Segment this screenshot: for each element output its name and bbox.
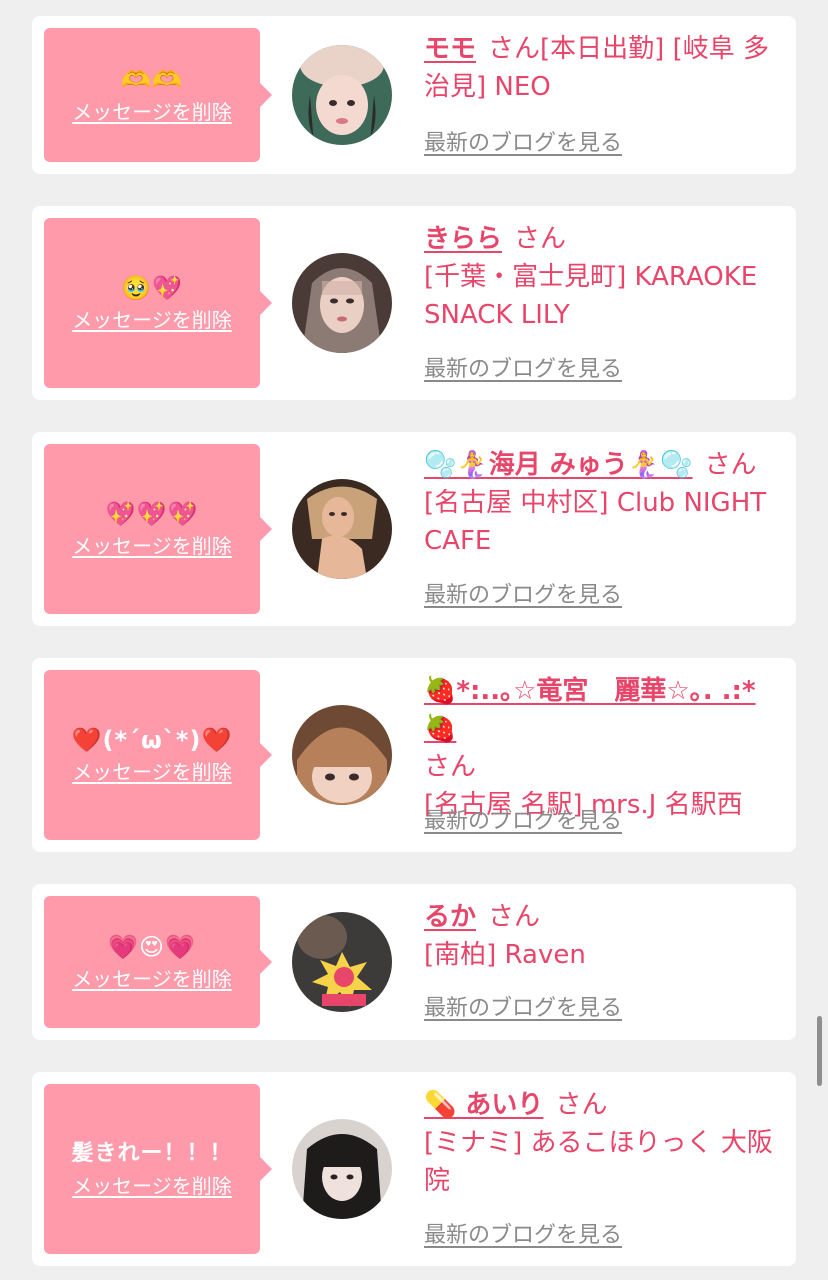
message-card: 💗😍💗 メッセージを削除 るか さん [南柏] Raven 最新のブログを見る — [32, 884, 796, 1040]
latest-blog-link[interactable]: 最新のブログを見る — [424, 582, 622, 610]
avatar-photo — [292, 912, 392, 1012]
message-card: 髪きれー！！！ メッセージを削除 💊 あいり さん [ミナミ] あるこほりっく 大… — [32, 1072, 796, 1266]
latest-blog-link[interactable]: 最新のブログを見る — [424, 995, 622, 1023]
sender-name-link[interactable]: 🍓*:..｡☆竜宮 麗華☆｡. .:*🍓 — [424, 676, 756, 744]
sender-name-row: 🫧🧜‍♀️海月 みゅう🧜‍♀️🫧 さん — [424, 446, 784, 484]
avatar-photo — [292, 479, 392, 579]
message-bubble: 💗😍💗 メッセージを削除 — [44, 896, 272, 1028]
message-bubble: 💖💖💖 メッセージを削除 — [44, 444, 272, 614]
honorific: さん — [704, 450, 757, 480]
honorific: さん — [488, 902, 541, 932]
latest-blog-link[interactable]: 最新のブログを見る — [424, 356, 622, 384]
avatar[interactable] — [292, 705, 392, 805]
message-card: 💖💖💖 メッセージを削除 🫧🧜‍♀️海月 みゅう🧜‍♀️🫧 さん [名古屋 中村区… — [32, 432, 796, 626]
avatar[interactable] — [292, 1119, 392, 1219]
message-text: 💗😍💗 — [108, 933, 196, 961]
message-card: 🥹💖 メッセージを削除 きらら さん [千葉・富士見町] KARAOKE SNAC… — [32, 206, 796, 400]
message-bubble: 🥹💖 メッセージを削除 — [44, 218, 272, 388]
delete-message-link[interactable]: メッセージを削除 — [72, 1173, 232, 1199]
delete-message-link[interactable]: メッセージを削除 — [72, 759, 232, 785]
message-bubble: ❤️(*´ω`*)❤️ メッセージを削除 — [44, 670, 272, 840]
delete-message-link[interactable]: メッセージを削除 — [72, 966, 232, 992]
sender-name-row: 💊 あいり さん — [424, 1086, 784, 1124]
message-text: 🫶🫶 — [121, 66, 183, 94]
avatar[interactable] — [292, 479, 392, 579]
avatar-photo — [292, 253, 392, 353]
sender-info: 🍓*:..｡☆竜宮 麗華☆｡. .:*🍓 さん [名古屋 名駅] mrs.J 名駅… — [424, 672, 784, 824]
delete-message-link[interactable]: メッセージを削除 — [72, 307, 232, 333]
message-card: ❤️(*´ω`*)❤️ メッセージを削除 🍓*:..｡☆竜宮 麗華☆｡. .:*… — [32, 658, 796, 852]
sender-name-link[interactable]: きらら — [424, 224, 502, 254]
honorific: さん — [514, 224, 567, 254]
avatar[interactable] — [292, 253, 392, 353]
shop-name: [名古屋 中村区] Club NIGHT CAFE — [424, 488, 767, 556]
message-bubble: 🫶🫶 メッセージを削除 — [44, 28, 272, 162]
latest-blog-link[interactable]: 最新のブログを見る — [424, 130, 622, 158]
avatar[interactable] — [292, 912, 392, 1012]
sender-info: 🫧🧜‍♀️海月 みゅう🧜‍♀️🫧 さん [名古屋 中村区] Club NIGHT … — [424, 446, 784, 560]
sender-info: るか さん [南柏] Raven — [424, 898, 784, 974]
avatar[interactable] — [292, 45, 392, 145]
avatar-photo — [292, 705, 392, 805]
delete-message-link[interactable]: メッセージを削除 — [72, 533, 232, 559]
message-card: 🫶🫶 メッセージを削除 モモ さん[本日出勤] [岐阜 多治見] NEO 最新のブ… — [32, 16, 796, 174]
message-text: 💖💖💖 — [105, 500, 199, 528]
sender-name-row: るか さん — [424, 898, 784, 936]
scrollbar[interactable] — [817, 1016, 822, 1086]
latest-blog-link[interactable]: 最新のブログを見る — [424, 1222, 622, 1250]
honorific: さん — [488, 34, 541, 64]
latest-blog-link[interactable]: 最新のブログを見る — [424, 808, 622, 836]
sender-name-link[interactable]: るか — [424, 902, 476, 932]
sender-name-row: きらら さん — [424, 220, 784, 258]
shop-name: [ミナミ] あるこほりっく 大阪院 — [424, 1128, 773, 1196]
honorific: さん — [555, 1090, 608, 1120]
sender-info: モモ さん[本日出勤] [岐阜 多治見] NEO — [424, 30, 784, 106]
message-text: 🥹💖 — [121, 274, 183, 302]
delete-message-link[interactable]: メッセージを削除 — [72, 99, 232, 125]
sender-name-row: モモ さん[本日出勤] [岐阜 多治見] NEO — [424, 30, 784, 106]
message-text: ❤️(*´ω`*)❤️ — [71, 726, 233, 754]
honorific: さん — [424, 752, 477, 782]
shop-name: [千葉・富士見町] KARAOKE SNACK LILY — [424, 262, 758, 330]
sender-info: きらら さん [千葉・富士見町] KARAOKE SNACK LILY — [424, 220, 784, 334]
sender-name-link[interactable]: モモ — [424, 34, 476, 64]
message-text: 髪きれー！！！ — [71, 1141, 233, 1166]
avatar-photo — [292, 45, 392, 145]
sender-name-link[interactable]: 🫧🧜‍♀️海月 みゅう🧜‍♀️🫧 — [424, 450, 693, 480]
sender-info: 💊 あいり さん [ミナミ] あるこほりっく 大阪院 — [424, 1086, 784, 1200]
sender-name-link[interactable]: 💊 あいり — [424, 1090, 543, 1120]
message-list: 🫶🫶 メッセージを削除 モモ さん[本日出勤] [岐阜 多治見] NEO 最新のブ… — [0, 0, 828, 1280]
message-bubble: 髪きれー！！！ メッセージを削除 — [44, 1084, 272, 1254]
sender-name-row: 🍓*:..｡☆竜宮 麗華☆｡. .:*🍓 さん — [424, 672, 784, 786]
shop-name: [南柏] Raven — [424, 940, 586, 970]
avatar-photo — [292, 1119, 392, 1219]
